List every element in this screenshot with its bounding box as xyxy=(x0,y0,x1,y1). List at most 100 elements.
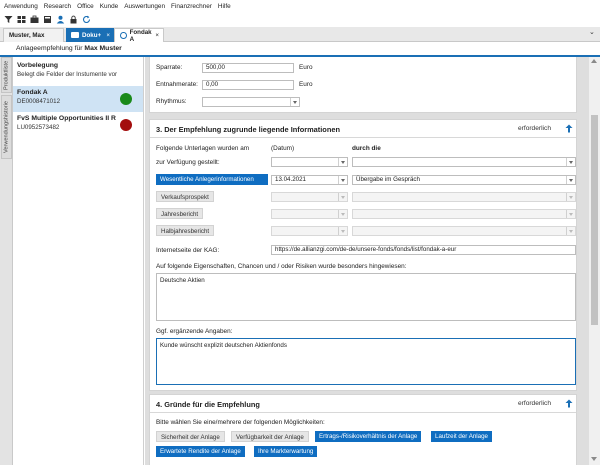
menu-auswertungen[interactable]: Auswertungen xyxy=(124,3,165,10)
subheader-prefix: Anlageempfehlung für xyxy=(16,45,85,52)
menu-hilfe[interactable]: Hilfe xyxy=(218,3,231,10)
section-3-card: 3. Der Empfehlung zugrunde liegende Info… xyxy=(149,119,577,391)
kag-label: Internetseite der KAG: xyxy=(156,247,220,254)
doc-button-jahresbericht[interactable]: Jahresbericht xyxy=(156,208,204,219)
tab-label: Doku+ xyxy=(82,31,102,39)
chevron-down-icon xyxy=(566,227,575,235)
menu-office[interactable]: Office xyxy=(77,3,94,10)
tab-label: Fondak A xyxy=(129,28,152,43)
tab-muster-max[interactable]: Muster, Max xyxy=(3,28,64,42)
collapse-arrow-icon[interactable] xyxy=(565,399,573,408)
doc-button-halbjahresbericht[interactable]: Halbjahresbericht xyxy=(156,225,215,236)
rhythmus-select[interactable] xyxy=(202,97,300,107)
user-icon[interactable] xyxy=(56,15,65,24)
lock-icon[interactable] xyxy=(69,15,78,24)
vorbelegung-title: Vorbelegung xyxy=(17,62,59,69)
doc-button-verkaufsprospekt[interactable]: Verkaufsprospekt xyxy=(156,191,214,202)
via-select[interactable] xyxy=(352,157,576,167)
hinweis-label: Auf folgende Eigenschaften, Chancen und … xyxy=(156,263,407,270)
briefcase-icon[interactable] xyxy=(30,15,39,24)
grid-icon[interactable] xyxy=(17,15,26,24)
close-icon[interactable]: × xyxy=(106,32,110,39)
side-tab-label: Produktliste xyxy=(3,60,10,90)
fund-icon xyxy=(120,32,127,39)
sparrate-label: Sparrate: xyxy=(156,64,183,71)
client-name: Max Muster xyxy=(84,45,122,52)
menu-finanzrechner[interactable]: Finanzrechner xyxy=(171,3,212,10)
via-select[interactable] xyxy=(352,226,576,236)
chevron-down-icon xyxy=(338,176,347,184)
ergaenzend-label: Ggf. ergänzende Angaben: xyxy=(156,328,233,335)
via-select[interactable] xyxy=(352,192,576,202)
menu-anwendung[interactable]: Anwendung xyxy=(4,3,38,10)
chevron-down-icon xyxy=(338,227,347,235)
date-select[interactable]: 13.04.2021 xyxy=(271,175,348,185)
section-4-title: 4. Gründe für die Empfehlung xyxy=(156,400,260,409)
option-markterwartung[interactable]: Ihre Markterwartung xyxy=(254,446,318,457)
section-3-title: 3. Der Empfehlung zugrunde liegende Info… xyxy=(156,125,340,134)
date-value: 13.04.2021 xyxy=(275,176,306,183)
via-select[interactable] xyxy=(352,209,576,219)
date-select[interactable] xyxy=(271,157,348,167)
main-content: Sparrate: 500,00 Euro Entnahmerate: 0,00… xyxy=(145,57,589,465)
date-select[interactable] xyxy=(271,209,348,219)
side-tab-verwendungshistorie[interactable]: Verwendungshistorie xyxy=(1,95,12,159)
close-icon[interactable]: × xyxy=(155,32,159,39)
entnahme-label: Entnahmerate: xyxy=(156,81,198,88)
entnahme-unit: Euro xyxy=(299,81,313,88)
chevron-down-icon xyxy=(566,176,575,184)
collapse-arrow-icon[interactable] xyxy=(565,124,573,133)
scrollbar-thumb[interactable] xyxy=(591,115,598,325)
chevron-down-icon xyxy=(566,158,575,166)
list-item[interactable]: Fondak A DE0008471012 xyxy=(13,86,143,112)
option-laufzeit[interactable]: Laufzeit der Anlage xyxy=(431,431,492,442)
option-verfuegbarkeit[interactable]: Verfügbarkeit der Anlage xyxy=(231,431,309,442)
col-datum: (Datum) xyxy=(271,145,295,152)
instrument-sidebar: Vorbelegung Belegt die Felder der Instum… xyxy=(13,57,144,465)
vorbelegung-item[interactable]: Vorbelegung Belegt die Felder der Instum… xyxy=(13,59,143,85)
tab-fondak-a[interactable]: Fondak A × xyxy=(114,28,164,43)
option-ertrags-risiko[interactable]: Ertrags-/Risikoverhältnis der Anlage xyxy=(315,431,422,442)
menu-bar: Anwendung Research Office Kunde Auswertu… xyxy=(0,0,600,12)
section-4-required: erforderlich xyxy=(518,400,551,407)
option-sicherheit[interactable]: Sicherheit der Anlage xyxy=(156,431,225,442)
menu-kunde[interactable]: Kunde xyxy=(100,3,118,10)
tab-bar: Muster, Max Doku+ × Fondak A × ⌄ xyxy=(0,27,600,43)
section-3-required: erforderlich xyxy=(518,125,551,132)
chevron-down-icon xyxy=(338,158,347,166)
vertical-scrollbar[interactable] xyxy=(589,57,600,465)
side-tab-strip: Produktliste Verwendungshistorie xyxy=(0,57,13,465)
hinweis-textarea[interactable]: Deutsche Aktien xyxy=(156,273,576,321)
kag-url-input[interactable]: https://de.allianzgi.com/de-de/unsere-fo… xyxy=(271,245,576,255)
scroll-down-icon[interactable] xyxy=(591,457,597,461)
calculator-icon[interactable] xyxy=(43,15,52,24)
sparrate-input[interactable]: 500,00 xyxy=(202,63,294,73)
entnahme-input[interactable]: 0,00 xyxy=(202,80,294,90)
filter-icon[interactable] xyxy=(4,15,13,24)
menu-research[interactable]: Research xyxy=(44,3,71,10)
chevron-down-icon[interactable]: ⌄ xyxy=(589,28,595,36)
chevron-down-icon xyxy=(338,210,347,218)
chevron-down-icon xyxy=(338,193,347,201)
savings-card: Sparrate: 500,00 Euro Entnahmerate: 0,00… xyxy=(149,57,577,113)
side-tab-label: Verwendungshistorie xyxy=(3,101,10,153)
chevron-down-icon xyxy=(566,210,575,218)
doc-button-wai[interactable]: Wesentliche Anlegerinformationen xyxy=(156,174,268,185)
folder-icon xyxy=(71,32,79,38)
tab-doku-plus[interactable]: Doku+ × xyxy=(66,28,114,42)
scroll-up-icon[interactable] xyxy=(591,59,597,63)
vorbelegung-subtitle: Belegt die Felder der Instumente vor xyxy=(17,71,118,78)
option-rendite[interactable]: Erwartete Rendite der Anlage xyxy=(156,446,245,457)
via-select[interactable]: Übergabe im Gespräch xyxy=(352,175,576,185)
list-item[interactable]: FvS Multiple Opportunities II R LU095257… xyxy=(13,112,143,138)
zvg-label: zur Verfügung gestellt: xyxy=(156,159,220,166)
toolbar xyxy=(0,12,600,26)
col-durch: durch die xyxy=(352,145,381,152)
side-tab-produktliste[interactable]: Produktliste xyxy=(1,57,12,93)
ergaenzend-textarea[interactable]: Kunde wünscht explizit deutschen Aktienf… xyxy=(156,338,576,385)
date-select[interactable] xyxy=(271,192,348,202)
tab-label: Muster, Max xyxy=(9,32,45,39)
chevron-down-icon xyxy=(566,193,575,201)
date-select[interactable] xyxy=(271,226,348,236)
refresh-icon[interactable] xyxy=(82,15,91,24)
